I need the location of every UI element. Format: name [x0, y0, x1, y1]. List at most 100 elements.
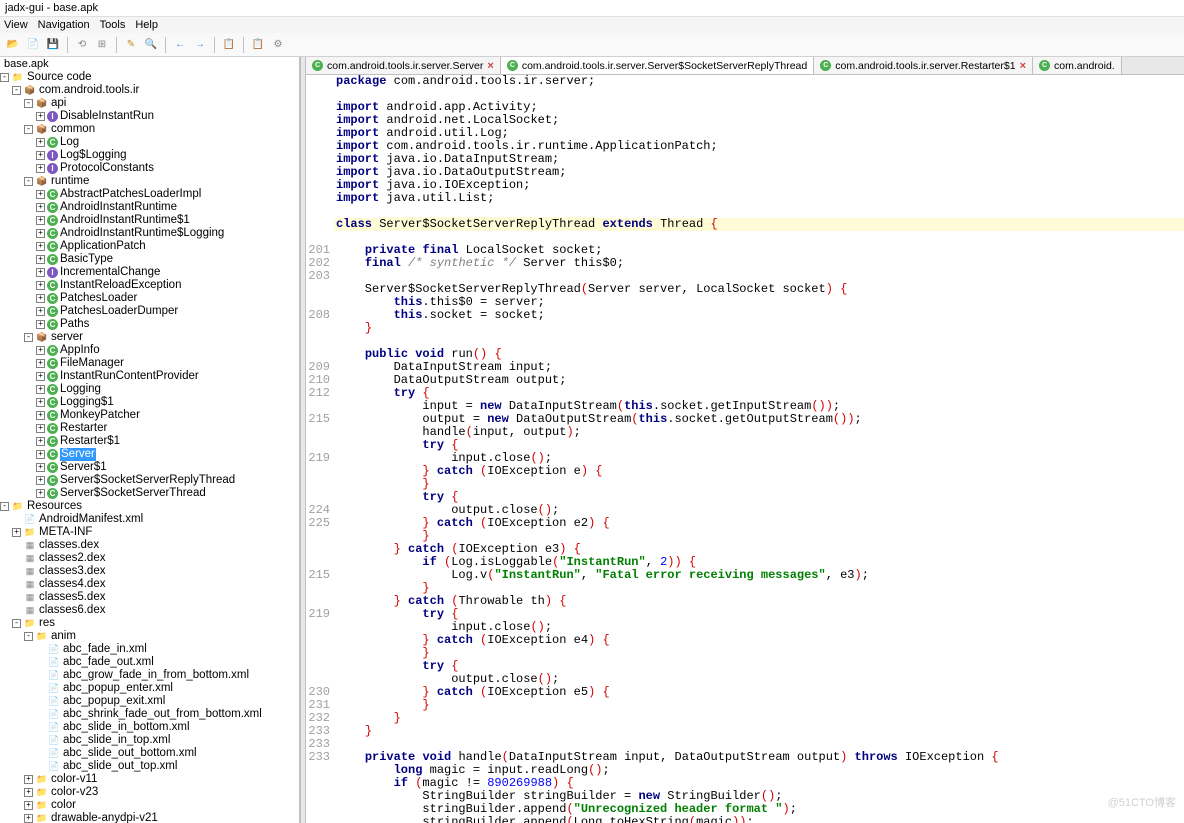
- tree-row[interactable]: +CInstantRunContentProvider: [0, 370, 299, 383]
- collapse-icon[interactable]: -: [24, 632, 33, 641]
- collapse-icon[interactable]: -: [24, 125, 33, 134]
- deobf-icon[interactable]: 📋: [221, 37, 237, 53]
- tree-row[interactable]: ▦classes.dex: [0, 539, 299, 552]
- expand-icon[interactable]: +: [36, 489, 45, 498]
- tree-row[interactable]: 📄abc_fade_in.xml: [0, 643, 299, 656]
- flatten-icon[interactable]: ⊞: [94, 37, 110, 53]
- expand-icon[interactable]: +: [36, 138, 45, 147]
- expand-icon[interactable]: +: [36, 190, 45, 199]
- tree-row[interactable]: ▦classes2.dex: [0, 552, 299, 565]
- collapse-icon[interactable]: -: [12, 619, 21, 628]
- expand-icon[interactable]: +: [36, 307, 45, 316]
- tree-row[interactable]: +CFileManager: [0, 357, 299, 370]
- expand-icon[interactable]: +: [24, 775, 33, 784]
- expand-icon[interactable]: +: [36, 268, 45, 277]
- tree-row[interactable]: -📦api: [0, 97, 299, 110]
- tree-row[interactable]: +CLog: [0, 136, 299, 149]
- collapse-icon[interactable]: -: [12, 86, 21, 95]
- close-icon[interactable]: ×: [1020, 60, 1026, 72]
- tree-row[interactable]: +IIncrementalChange: [0, 266, 299, 279]
- save-all-icon[interactable]: 💾: [45, 37, 61, 53]
- back-icon[interactable]: ←: [172, 37, 188, 53]
- tree-row[interactable]: +CBasicType: [0, 253, 299, 266]
- tree-row[interactable]: +CPaths: [0, 318, 299, 331]
- forward-icon[interactable]: →: [192, 37, 208, 53]
- wand-icon[interactable]: ✎: [123, 37, 139, 53]
- tree-row[interactable]: +CPatchesLoader: [0, 292, 299, 305]
- tree-row[interactable]: -📁Source code: [0, 71, 299, 84]
- code-editor[interactable]: 201202203 208 209210212 215 219 224225 2…: [306, 75, 1184, 823]
- tree-row[interactable]: 📄abc_popup_exit.xml: [0, 695, 299, 708]
- collapse-icon[interactable]: -: [24, 99, 33, 108]
- expand-icon[interactable]: +: [36, 242, 45, 251]
- tree-row[interactable]: 📄abc_shrink_fade_out_from_bottom.xml: [0, 708, 299, 721]
- tree-row[interactable]: +CMonkeyPatcher: [0, 409, 299, 422]
- tab-server[interactable]: Ccom.android.tools.ir.server.Server×: [306, 57, 501, 74]
- tree-row[interactable]: -📁Resources: [0, 500, 299, 513]
- tree-row[interactable]: +CAbstractPatchesLoaderImpl: [0, 188, 299, 201]
- tree-row[interactable]: 📄abc_fade_out.xml: [0, 656, 299, 669]
- expand-icon[interactable]: +: [36, 450, 45, 459]
- tree-row[interactable]: -📦runtime: [0, 175, 299, 188]
- tree-row[interactable]: 📄abc_slide_out_bottom.xml: [0, 747, 299, 760]
- tree-row[interactable]: ▦classes3.dex: [0, 565, 299, 578]
- tree-row[interactable]: -📁anim: [0, 630, 299, 643]
- tree-row[interactable]: +ILog$Logging: [0, 149, 299, 162]
- expand-icon[interactable]: +: [12, 528, 21, 537]
- expand-icon[interactable]: +: [36, 398, 45, 407]
- expand-icon[interactable]: +: [36, 359, 45, 368]
- tree-row[interactable]: +CPatchesLoaderDumper: [0, 305, 299, 318]
- tree-row[interactable]: 📄abc_grow_fade_in_from_bottom.xml: [0, 669, 299, 682]
- tree-row[interactable]: +📁color-v11: [0, 773, 299, 786]
- tree-row[interactable]: -📁res: [0, 617, 299, 630]
- expand-icon[interactable]: +: [36, 463, 45, 472]
- expand-icon[interactable]: +: [24, 814, 33, 823]
- expand-icon[interactable]: +: [36, 294, 45, 303]
- tree-row[interactable]: +📁color: [0, 799, 299, 812]
- expand-icon[interactable]: +: [36, 372, 45, 381]
- tree-row[interactable]: -📦com.android.tools.ir: [0, 84, 299, 97]
- menu-tools[interactable]: Tools: [100, 19, 126, 31]
- collapse-icon[interactable]: -: [24, 333, 33, 342]
- sidebar[interactable]: base.apk -📁Source code-📦com.android.tool…: [0, 57, 300, 823]
- expand-icon[interactable]: +: [36, 151, 45, 160]
- open-file-icon[interactable]: 📂: [5, 37, 21, 53]
- tree-row[interactable]: +📁color-v23: [0, 786, 299, 799]
- menu-view[interactable]: View: [4, 19, 28, 31]
- expand-icon[interactable]: +: [36, 476, 45, 485]
- tree-row[interactable]: +IDisableInstantRun: [0, 110, 299, 123]
- tree-row[interactable]: -📦common: [0, 123, 299, 136]
- expand-icon[interactable]: +: [36, 424, 45, 433]
- expand-icon[interactable]: +: [36, 281, 45, 290]
- expand-icon[interactable]: +: [36, 346, 45, 355]
- tab-partial[interactable]: Ccom.android.: [1033, 57, 1122, 74]
- code-content[interactable]: package com.android.tools.ir.server; imp…: [336, 75, 1184, 823]
- expand-icon[interactable]: +: [36, 320, 45, 329]
- tree-row[interactable]: +📁META-INF: [0, 526, 299, 539]
- close-icon[interactable]: ×: [487, 60, 493, 72]
- menu-navigation[interactable]: Navigation: [38, 19, 90, 31]
- tree-row[interactable]: 📄abc_slide_out_top.xml: [0, 760, 299, 773]
- tree-row[interactable]: +CServer$SocketServerReplyThread: [0, 474, 299, 487]
- settings-icon[interactable]: ⚙: [270, 37, 286, 53]
- expand-icon[interactable]: +: [36, 229, 45, 238]
- expand-icon[interactable]: +: [36, 164, 45, 173]
- tab-socketserverreplythread[interactable]: Ccom.android.tools.ir.server.Server$Sock…: [501, 57, 814, 74]
- tab-restarter1[interactable]: Ccom.android.tools.ir.server.Restarter$1…: [814, 57, 1033, 74]
- tree-row[interactable]: +CServer: [0, 448, 299, 461]
- tree-row[interactable]: -📦server: [0, 331, 299, 344]
- tree-row[interactable]: +IProtocolConstants: [0, 162, 299, 175]
- tree-row[interactable]: 📄AndroidManifest.xml: [0, 513, 299, 526]
- collapse-icon[interactable]: -: [0, 73, 9, 82]
- tree-row[interactable]: +CAppInfo: [0, 344, 299, 357]
- expand-icon[interactable]: +: [24, 801, 33, 810]
- collapse-icon[interactable]: -: [0, 502, 9, 511]
- expand-icon[interactable]: +: [36, 112, 45, 121]
- tree-row[interactable]: +CLogging: [0, 383, 299, 396]
- tree-row[interactable]: ▦classes5.dex: [0, 591, 299, 604]
- tree-row[interactable]: +CAndroidInstantRuntime: [0, 201, 299, 214]
- tree-row[interactable]: +CServer$1: [0, 461, 299, 474]
- tree-row[interactable]: +CAndroidInstantRuntime$Logging: [0, 227, 299, 240]
- tree-row[interactable]: 📄abc_slide_in_bottom.xml: [0, 721, 299, 734]
- expand-icon[interactable]: +: [36, 385, 45, 394]
